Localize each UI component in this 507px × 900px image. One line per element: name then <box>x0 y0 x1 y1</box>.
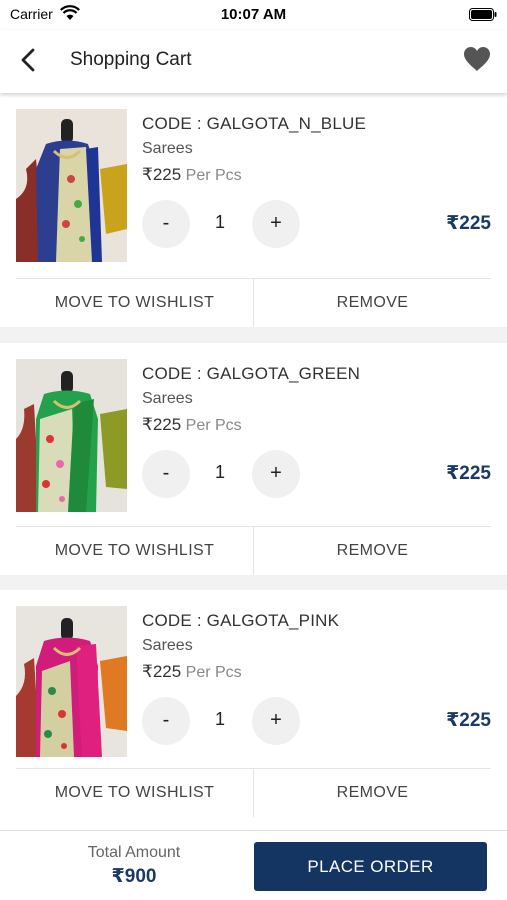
product-image[interactable] <box>16 359 127 512</box>
product-category: Sarees <box>142 390 193 407</box>
line-total: ₹225 <box>446 710 491 731</box>
move-to-wishlist-button[interactable]: MOVE TO WISHLIST <box>16 279 253 327</box>
remove-button[interactable]: REMOVE <box>254 769 491 817</box>
increase-quantity-button[interactable]: + <box>252 200 300 248</box>
product-code: CODE : GALGOTA_N_BLUE <box>142 114 367 133</box>
status-time: 10:07 AM <box>220 6 287 23</box>
total-amount-value: ₹900 <box>111 866 157 887</box>
status-bar: Carrier 10:07 AM <box>0 0 507 30</box>
move-to-wishlist-button[interactable]: MOVE TO WISHLIST <box>16 769 253 817</box>
remove-button[interactable]: REMOVE <box>254 527 491 575</box>
increase-quantity-button[interactable]: + <box>252 697 300 745</box>
page-title: Shopping Cart <box>70 49 192 70</box>
line-total: ₹225 <box>446 463 491 484</box>
price-unit: Per Pcs <box>185 664 242 681</box>
cart-item: CODE : GALGOTA_PINK Sarees ₹225 Per Pcs … <box>0 590 507 830</box>
price-value: ₹225 <box>142 165 182 184</box>
unit-price: ₹225 Per Pcs <box>142 415 242 435</box>
price-value: ₹225 <box>142 662 182 681</box>
product-image[interactable] <box>16 606 127 757</box>
increase-quantity-button[interactable]: + <box>252 450 300 498</box>
decrease-quantity-button[interactable]: - <box>142 697 190 745</box>
product-code: CODE : GALGOTA_GREEN <box>142 364 361 383</box>
remove-button[interactable]: REMOVE <box>254 279 491 327</box>
cart-list[interactable]: CODE : GALGOTA_N_BLUE Sarees ₹225 Per Pc… <box>0 93 507 830</box>
decrease-quantity-button[interactable]: - <box>142 450 190 498</box>
decrease-quantity-button[interactable]: - <box>142 200 190 248</box>
line-total: ₹225 <box>446 213 491 234</box>
cart-item: CODE : GALGOTA_GREEN Sarees ₹225 Per Pcs… <box>0 343 507 575</box>
product-image[interactable] <box>16 109 127 262</box>
cart-item: CODE : GALGOTA_N_BLUE Sarees ₹225 Per Pc… <box>0 93 507 327</box>
total-amount-label: Total Amount <box>87 844 181 861</box>
price-value: ₹225 <box>142 415 182 434</box>
place-order-button[interactable]: PLACE ORDER <box>254 842 487 891</box>
quantity-value: 1 <box>214 462 225 482</box>
product-code: CODE : GALGOTA_PINK <box>142 611 340 630</box>
move-to-wishlist-button[interactable]: MOVE TO WISHLIST <box>16 527 253 575</box>
battery-icon <box>469 8 497 21</box>
price-unit: Per Pcs <box>185 417 242 434</box>
app-header: Shopping Cart <box>0 30 507 93</box>
back-arrow-icon[interactable] <box>16 46 42 74</box>
unit-price: ₹225 Per Pcs <box>142 662 242 682</box>
heart-icon[interactable] <box>463 46 491 72</box>
quantity-value: 1 <box>214 212 225 232</box>
product-category: Sarees <box>142 637 193 654</box>
checkout-footer: Total Amount ₹900 PLACE ORDER <box>0 830 507 900</box>
product-category: Sarees <box>142 140 193 157</box>
unit-price: ₹225 Per Pcs <box>142 165 242 185</box>
price-unit: Per Pcs <box>185 167 242 184</box>
quantity-value: 1 <box>214 709 225 729</box>
